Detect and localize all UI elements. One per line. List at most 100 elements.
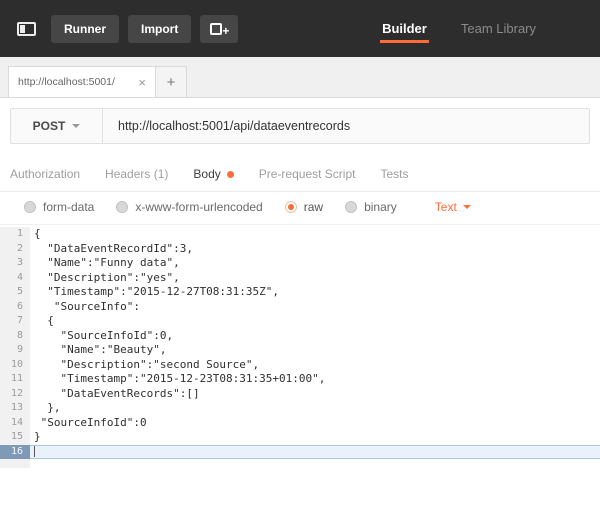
method-dropdown[interactable]: POST (11, 109, 103, 143)
new-window-button[interactable] (200, 14, 239, 43)
request-tab-label: Pre-request Script (258, 167, 356, 181)
line-number: 4 (0, 270, 30, 285)
line-content: "Description":"second Source", (34, 357, 260, 371)
body-mode-label: form-data (43, 200, 95, 214)
request-tab-headers-1[interactable]: Headers (1) (105, 167, 168, 181)
line-content: "DataEventRecordId":3, (34, 241, 193, 255)
tab-builder[interactable]: Builder (380, 15, 429, 43)
request-tabs: Authorization Headers (1) Body Pre-request … (0, 155, 600, 192)
body-mode-binary[interactable]: binary (345, 200, 397, 214)
line-number: 1 (0, 227, 30, 242)
raw-body-editor[interactable]: 1{2 "DataEventRecordId":3, 3 "Name":"Funn… (0, 227, 600, 468)
line-number: 13 (0, 401, 30, 416)
line-content: "SourceInfo": (34, 299, 140, 313)
request-bar-section: POST http://localhost:5001/api/dataevent… (0, 98, 600, 155)
editor-line-1[interactable]: 1{ (0, 227, 600, 242)
body-mode-label: raw (303, 200, 324, 214)
body-mode-raw[interactable]: raw (284, 200, 324, 214)
close-tab-icon[interactable]: × (138, 76, 146, 89)
editor-line-11[interactable]: 11 "Timestamp":"2015-12-23T08:31:35+01:0… (0, 372, 600, 387)
line-number: 12 (0, 386, 30, 401)
line-content: "Name":"Beauty", (34, 343, 167, 356)
open-request-tab[interactable]: http://localhost:5001/ × (8, 66, 156, 97)
url-text: http://localhost:5001/api/dataeventrecor… (118, 119, 351, 133)
line-content: }, (34, 401, 61, 414)
line-number: 11 (0, 372, 30, 387)
editor-gutter (0, 459, 30, 468)
line-number: 5 (0, 285, 30, 300)
line-content: "Timestamp":"2015-12-23T08:31:35+01:00", (34, 372, 326, 385)
request-tab-tests[interactable]: Tests (380, 167, 408, 181)
radio-icon (284, 201, 297, 213)
chevron-down-icon (462, 205, 471, 209)
body-set-dot-icon (226, 170, 234, 178)
runner-button[interactable]: Runner (51, 14, 119, 43)
import-button[interactable]: Import (128, 14, 192, 43)
sidebar-toggle-button[interactable] (10, 15, 42, 42)
body-mode-options: form-data x-www-form-urlencoded raw binary (24, 200, 397, 214)
editor-line-14[interactable]: 14 "SourceInfoId":0 (0, 415, 600, 430)
editor-line-5[interactable]: 5 "Timestamp":"2015-12-27T08:31:35Z", (0, 285, 600, 300)
editor-line-9[interactable]: 9 "Name":"Beauty", (0, 343, 600, 358)
radio-icon (24, 201, 36, 213)
new-window-icon (210, 22, 229, 36)
request-tab-label: Headers (1) (105, 167, 169, 181)
sidebar-toggle-icon (16, 21, 36, 36)
request-bar: POST http://localhost:5001/api/dataevent… (10, 108, 590, 144)
tab-team-library[interactable]: Team Library (459, 15, 538, 43)
editor-lines: 1{2 "DataEventRecordId":3, 3 "Name":"Funn… (0, 227, 600, 459)
line-number: 15 (0, 430, 30, 445)
request-tab-body[interactable]: Body (193, 167, 234, 181)
editor-line-2[interactable]: 2 "DataEventRecordId":3, (0, 241, 600, 256)
request-tab-label: Tests (380, 167, 409, 181)
method-label: POST (32, 119, 66, 133)
line-content: "Timestamp":"2015-12-27T08:31:35Z", (34, 285, 280, 298)
body-mode-x-www-form-urlencoded[interactable]: x-www-form-urlencoded (116, 200, 263, 214)
url-input[interactable]: http://localhost:5001/api/dataeventrecor… (103, 109, 589, 143)
body-format-dropdown[interactable]: Text (435, 200, 471, 214)
line-number: 7 (0, 314, 30, 329)
line-number: 16 (0, 444, 30, 459)
chevron-down-icon (72, 124, 81, 128)
editor-line-16[interactable]: 16 (0, 444, 600, 459)
radio-icon (345, 201, 358, 213)
body-mode-label: binary (364, 200, 397, 214)
editor-line-8[interactable]: 8 "SourceInfoId":0, (0, 328, 600, 343)
request-tab-strip: http://localhost:5001/ × + (0, 57, 600, 98)
body-mode-row: form-data x-www-form-urlencoded raw binary … (0, 192, 600, 225)
line-number: 3 (0, 256, 30, 271)
body-mode-label: x-www-form-urlencoded (135, 200, 263, 214)
line-number: 8 (0, 328, 30, 343)
request-tab-label: Body (193, 167, 221, 181)
editor-line-7[interactable]: 7 { (0, 314, 600, 329)
editor-line-4[interactable]: 4 "Description":"yes", (0, 270, 600, 285)
editor-line-12[interactable]: 12 "DataEventRecords":[] (0, 386, 600, 401)
body-format-label: Text (434, 200, 457, 214)
line-content: "Name":"Funny data", (34, 256, 180, 269)
body-mode-form-data[interactable]: form-data (24, 200, 94, 214)
editor-line-15[interactable]: 15} (0, 430, 600, 445)
topbar: Runner Import Builder Team Library (0, 0, 600, 57)
line-number: 9 (0, 343, 30, 358)
line-number: 10 (0, 357, 30, 372)
line-content: } (34, 430, 41, 443)
line-content (30, 444, 600, 459)
editor-line-6[interactable]: 6 "SourceInfo": (0, 299, 600, 314)
line-number: 14 (0, 415, 30, 430)
request-tab-authorization[interactable]: Authorization (10, 167, 80, 181)
editor-line-3[interactable]: 3 "Name":"Funny data", (0, 256, 600, 271)
app-window: Runner Import Builder Team Library http:… (0, 0, 600, 468)
editor-line-10[interactable]: 10 "Description":"second Source", (0, 357, 600, 372)
top-navigation: Builder Team Library (380, 15, 538, 43)
new-tab-button[interactable]: + (156, 66, 187, 97)
line-content: "SourceInfoId":0 (34, 415, 147, 429)
radio-icon (116, 201, 129, 213)
line-number: 6 (0, 299, 30, 314)
line-content: { (34, 227, 41, 240)
line-content: "DataEventRecords":[] (34, 386, 200, 400)
text-cursor-icon (34, 445, 35, 457)
editor-line-13[interactable]: 13 }, (0, 401, 600, 416)
open-request-tab-title: http://localhost:5001/ (18, 76, 115, 88)
request-tab-pre-request-script[interactable]: Pre-request Script (259, 167, 356, 181)
line-content: { (34, 314, 54, 327)
